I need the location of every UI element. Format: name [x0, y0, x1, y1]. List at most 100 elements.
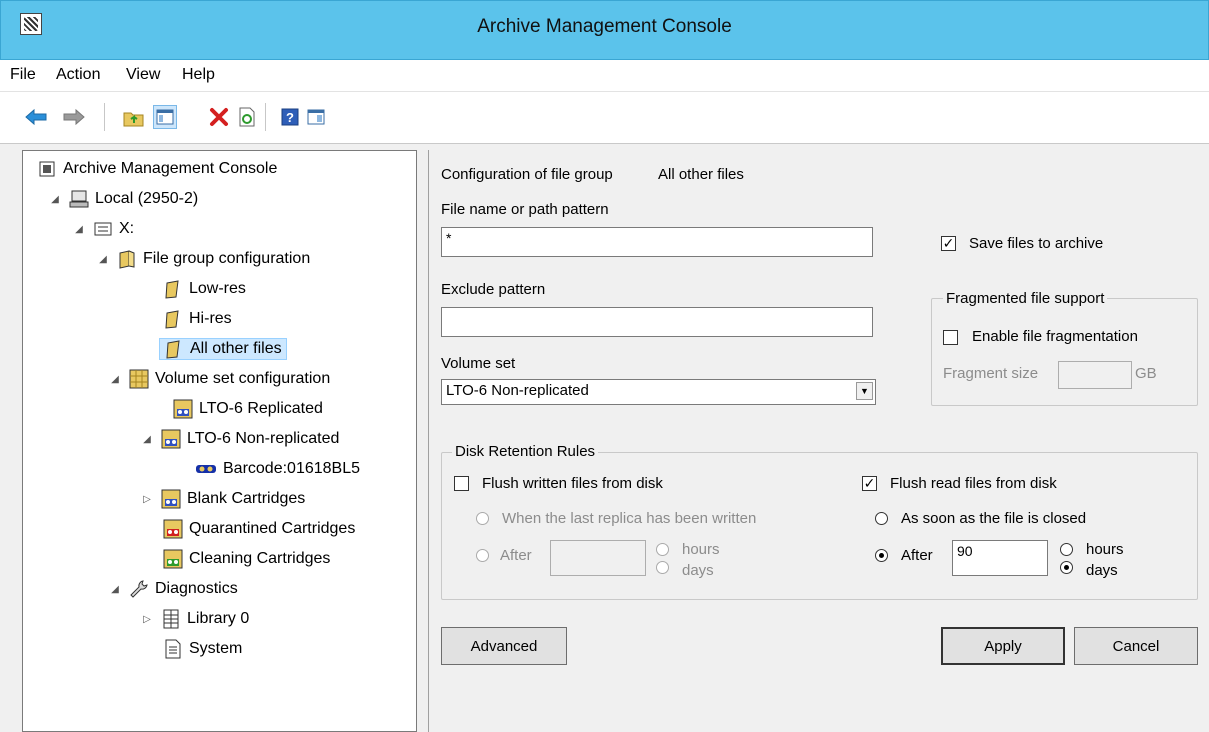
fragment-groupbox [931, 298, 1198, 406]
pane-splitter[interactable] [417, 150, 429, 732]
collapse-arrow-icon[interactable]: ◢ [73, 224, 85, 235]
tree-item-all-other-files[interactable]: All other files [159, 336, 287, 362]
menu-help[interactable]: Help [182, 66, 215, 84]
navigation-tree: Archive Management Console ◢ Local (2950… [22, 150, 417, 732]
tape-set-icon [161, 429, 181, 449]
volume-set-icon [129, 369, 149, 389]
flush-read-checkbox[interactable]: ✓ [862, 476, 877, 491]
tree-item-hi-res[interactable]: Hi-res [163, 306, 232, 332]
when-last-replica-label: When the last replica has been written [502, 510, 757, 527]
save-files-checkbox[interactable]: ✓ [941, 236, 956, 251]
tree-item-library0[interactable]: ▷ Library 0 [141, 606, 249, 632]
volume-set-select[interactable]: LTO-6 Non-replicated ▼ [441, 379, 876, 405]
days-right-radio[interactable] [1060, 561, 1073, 574]
menu-file[interactable]: File [10, 66, 36, 84]
menu-view[interactable]: View [126, 66, 160, 84]
as-soon-radio[interactable] [875, 512, 888, 525]
tape-set-cleaning-icon [163, 549, 183, 569]
flush-written-checkbox[interactable] [454, 476, 469, 491]
library-icon [161, 609, 181, 629]
tree-label: File group configuration [143, 250, 311, 267]
after-left-radio[interactable] [476, 549, 489, 562]
after-right-input[interactable]: 90 [952, 540, 1048, 576]
after-left-input[interactable] [550, 540, 646, 576]
wrench-icon [129, 579, 149, 599]
computer-icon [69, 189, 89, 209]
menu-bar: File Action View Help [0, 60, 1209, 92]
tree-label: Diagnostics [155, 580, 238, 597]
collapse-arrow-icon[interactable]: ◢ [109, 584, 121, 595]
cancel-button[interactable]: Cancel [1074, 627, 1198, 665]
hours-left-radio[interactable] [656, 543, 669, 556]
tree-label: Cleaning Cartridges [189, 550, 331, 567]
tree-item-system[interactable]: System [163, 636, 242, 662]
save-files-label: Save files to archive [969, 235, 1104, 252]
up-folder-icon[interactable] [122, 105, 146, 129]
collapse-arrow-icon[interactable]: ◢ [49, 194, 61, 205]
days-left-radio[interactable] [656, 561, 669, 574]
tree-item-barcode[interactable]: Barcode:01618BL5 [195, 456, 360, 482]
collapse-arrow-icon[interactable]: ◢ [97, 254, 109, 265]
expand-arrow-icon[interactable]: ▷ [141, 494, 153, 505]
menu-action[interactable]: Action [56, 66, 100, 84]
fragment-group-title: Fragmented file support [943, 290, 1108, 307]
after-left-label: After [500, 547, 532, 564]
tree-item-lto6-replicated[interactable]: LTO-6 Replicated [173, 396, 323, 422]
flush-written-label: Flush written files from disk [482, 475, 663, 492]
apply-button[interactable]: Apply [941, 627, 1065, 665]
tree-label: Barcode:01618BL5 [223, 460, 360, 477]
tree-item-lto6-non-replicated[interactable]: ◢ LTO-6 Non-replicated [141, 426, 339, 452]
tree-item-diagnostics[interactable]: ◢ Diagnostics [109, 576, 238, 602]
volume-set-value: LTO-6 Non-replicated [446, 382, 589, 399]
tree-item-local[interactable]: ◢ Local (2950-2) [49, 186, 198, 212]
volume-set-label: Volume set [441, 355, 516, 372]
dropdown-arrow-icon[interactable]: ▼ [856, 382, 873, 400]
exclude-pattern-input[interactable] [441, 307, 873, 337]
enable-fragment-label: Enable file fragmentation [972, 328, 1138, 345]
tree-label: Library 0 [187, 610, 250, 627]
tape-cartridge-icon [195, 459, 217, 479]
tree-item-quarantined-cartridges[interactable]: Quarantined Cartridges [163, 516, 355, 542]
hours-right-radio[interactable] [1060, 543, 1073, 556]
document-icon [163, 639, 183, 659]
hours-right-label: hours [1086, 541, 1124, 558]
collapse-arrow-icon[interactable]: ◢ [141, 434, 153, 445]
tree-label: X: [119, 220, 135, 237]
tape-set-icon [173, 399, 193, 419]
help-icon[interactable]: ? [278, 105, 302, 129]
refresh-icon[interactable] [235, 105, 259, 129]
tree-label: LTO-6 Replicated [199, 400, 323, 417]
expand-arrow-icon[interactable]: ▷ [141, 614, 153, 625]
properties-icon[interactable] [304, 105, 328, 129]
back-arrow-icon[interactable] [24, 105, 48, 129]
tree-item-cleaning-cartridges[interactable]: Cleaning Cartridges [163, 546, 330, 572]
collapse-arrow-icon[interactable]: ◢ [109, 374, 121, 385]
config-header-value: All other files [658, 166, 744, 183]
tree-label: Local (2950-2) [95, 190, 199, 207]
file-pattern-input[interactable]: * [441, 227, 873, 257]
when-last-replica-radio[interactable] [476, 512, 489, 525]
tree-label: Low-res [189, 280, 246, 297]
advanced-button[interactable]: Advanced [441, 627, 567, 665]
enable-fragment-checkbox[interactable] [943, 330, 958, 345]
after-right-radio[interactable] [875, 549, 888, 562]
retention-title: Disk Retention Rules [452, 443, 599, 460]
tree-item-drive[interactable]: ◢ X: [73, 216, 134, 242]
tree-item-blank-cartridges[interactable]: ▷ Blank Cartridges [141, 486, 305, 512]
fragment-size-input[interactable] [1058, 361, 1132, 389]
tree-item-file-group-configuration[interactable]: ◢ File group configuration [97, 246, 310, 272]
forward-arrow-icon[interactable] [62, 105, 86, 129]
tree-item-low-res[interactable]: Low-res [163, 276, 246, 302]
flush-read-label: Flush read files from disk [890, 475, 1057, 492]
tree-item-root[interactable]: Archive Management Console [37, 156, 277, 182]
days-right-label: days [1086, 562, 1118, 579]
exclude-pattern-label: Exclude pattern [441, 281, 546, 298]
file-group-icon [164, 339, 184, 359]
tree-label: System [189, 640, 243, 657]
tape-set-icon [161, 489, 181, 509]
tree-item-volume-set-configuration[interactable]: ◢ Volume set configuration [109, 366, 330, 392]
fragment-unit-label: GB [1135, 365, 1157, 382]
delete-icon[interactable] [207, 105, 231, 129]
show-hide-tree-icon[interactable] [153, 105, 177, 129]
fragment-size-label: Fragment size [943, 365, 1039, 382]
